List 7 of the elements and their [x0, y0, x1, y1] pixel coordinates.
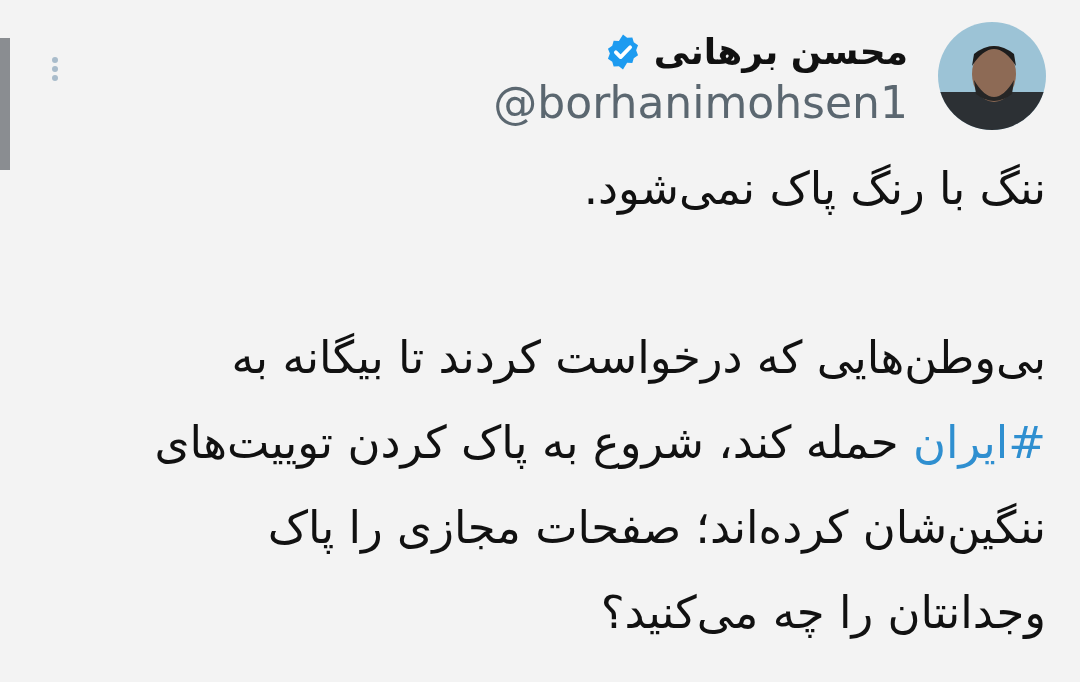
- tweet-text-line: بی‌وطن‌هایی که درخواست کردند تا بیگانه به: [230, 330, 1046, 386]
- tweet-text-line: ننگ با رنگ پاک نمی‌شود.: [582, 161, 1046, 217]
- tweet-text-line: #ایران حمله کند، شروع به پاک کردن توییت‌های: [153, 415, 1046, 471]
- hashtag-link[interactable]: #ایران: [912, 416, 1046, 469]
- author-handle[interactable]: @borhanimohsen1: [493, 81, 908, 125]
- tweet-text-line: ننگین‌شان کرده‌اند؛ صفحات مجازی را پاک: [266, 500, 1046, 556]
- tweet-text-line: وجدانتان را چه می‌کنید؟: [599, 585, 1046, 641]
